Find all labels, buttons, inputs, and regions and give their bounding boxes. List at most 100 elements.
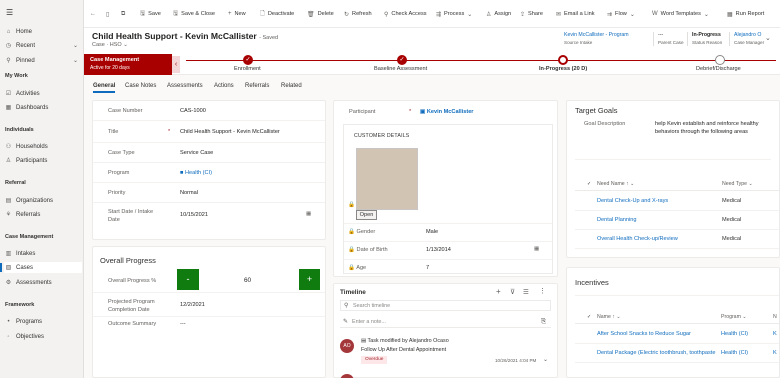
participant-link[interactable]: Kevin McCallister <box>427 109 474 115</box>
column-header-need-type[interactable]: Need Type ⌄ <box>722 181 753 187</box>
column-header-extra[interactable]: N <box>773 314 777 320</box>
new-button[interactable]: + New <box>228 9 246 19</box>
open-button[interactable]: Open <box>356 210 377 220</box>
stage-complete-icon[interactable]: ✓ <box>243 55 253 65</box>
table-row[interactable]: Dental Package (Electric toothbrush, too… <box>575 344 779 363</box>
sidebar-item-activities[interactable]: ☑ Activities <box>4 88 82 99</box>
stage-pending-icon[interactable] <box>715 55 725 65</box>
attachment-icon[interactable]: ⎘ <box>541 318 546 326</box>
sidebar-item-participants[interactable]: ♙ Participants <box>4 155 82 166</box>
incentive-program-link[interactable]: Health (CI) <box>721 350 748 356</box>
stage-label[interactable]: In-Progress (20 D) <box>539 66 587 72</box>
sidebar-item-organizations[interactable]: ▤ Organizations <box>4 195 82 206</box>
tab-actions[interactable]: Actions <box>214 83 234 89</box>
form-selector[interactable]: HSO <box>110 42 122 48</box>
active-process[interactable]: Case Management Active for 20 days <box>84 54 172 75</box>
program-link[interactable]: Health (CI) <box>185 170 212 176</box>
header-field-value[interactable]: Kevin McCallister - Program <box>564 32 629 38</box>
tab-referrals[interactable]: Referrals <box>245 83 269 89</box>
deactivate-button[interactable]: 🗋 Deactivate <box>260 9 294 19</box>
incentive-extra-cell[interactable]: K <box>773 331 777 337</box>
start-date-field[interactable]: 10/15/2021 <box>180 212 208 218</box>
stage-label[interactable]: Enrollment <box>234 66 261 72</box>
table-row[interactable]: Dental Check-Up and X-rays Medical <box>575 192 779 211</box>
chevron-left-icon[interactable]: ‹ <box>172 56 180 73</box>
note-input-row[interactable]: ✎ Enter a note... ⎘ <box>340 317 551 328</box>
outcome-summary-field[interactable]: --- <box>180 321 186 327</box>
program-lookup[interactable]: ■ Health (CI) <box>180 170 212 176</box>
need-name-link[interactable]: Dental Check-Up and X-rays <box>597 198 668 204</box>
incentive-name-link[interactable]: After School Snacks to Reduce Sugar <box>597 331 691 337</box>
table-row[interactable]: After School Snacks to Reduce Sugar Heal… <box>575 325 779 344</box>
hamburger-menu-icon[interactable]: ☰ <box>6 8 13 17</box>
save-close-button[interactable]: 🖫 Save & Close <box>173 9 215 19</box>
sidebar-item-households[interactable]: ⚇ Households <box>4 141 82 152</box>
add-icon[interactable]: + <box>496 287 501 296</box>
table-row[interactable]: Dental Planning Medical <box>575 211 779 230</box>
tab-case-notes[interactable]: Case Notes <box>125 83 156 89</box>
note-input[interactable]: Enter a note... <box>352 319 386 325</box>
goal-description-line[interactable]: help Kevin establish and reinforce healt… <box>655 121 759 127</box>
sidebar-item-recent[interactable]: ◷ Recent ⌄ <box>4 40 82 51</box>
sidebar-item-assessments[interactable]: ⚙ Assessments <box>4 277 82 288</box>
form-view-button[interactable]: ▯ <box>106 9 112 19</box>
stage-label[interactable]: Debrief/Discharge <box>696 66 741 72</box>
tab-general[interactable]: General <box>93 83 116 93</box>
timeline-entry[interactable]: AO ▤ Task modified by Alejandro Ocaso Fo… <box>340 336 551 370</box>
header-field-value[interactable]: Alejandro O <box>734 32 761 38</box>
chevron-down-icon[interactable]: ⌄ <box>123 42 128 48</box>
projected-date-field[interactable]: 12/2/2021 <box>180 302 205 308</box>
incentive-program-link[interactable]: Health (CI) <box>721 331 748 337</box>
title-field[interactable]: Child Health Support - Kevin McCallister <box>180 129 280 135</box>
need-name-link[interactable]: Overall Health Check-up/Review <box>597 236 678 242</box>
run-report-button[interactable]: ▦ Run Report <box>727 9 764 19</box>
back-button[interactable]: ← <box>90 9 99 19</box>
goal-description-line[interactable]: behaviors through the following areas <box>655 129 748 135</box>
word-templates-button[interactable]: W Word Templates ⌄ <box>652 9 712 19</box>
filter-icon[interactable]: ⊽ <box>510 288 515 296</box>
incentive-name-link[interactable]: Dental Package (Electric toothbrush, too… <box>597 350 715 356</box>
sidebar-item-dashboards[interactable]: ▦ Dashboards <box>4 102 82 113</box>
decrement-button[interactable]: - <box>177 269 199 290</box>
refresh-button[interactable]: ↻ Refresh <box>344 9 372 19</box>
sidebar-item-home[interactable]: ⌂ Home <box>4 26 82 37</box>
share-button[interactable]: ⇪ Share <box>520 9 543 19</box>
incentive-extra-cell[interactable]: K <box>773 350 777 356</box>
case-type-field[interactable]: Service Case <box>180 150 213 156</box>
sidebar-item-cases[interactable]: ▧ Cases <box>0 262 82 273</box>
case-number-field[interactable]: CAS-1000 <box>180 108 206 114</box>
tab-related[interactable]: Related <box>281 83 302 89</box>
chevron-down-icon[interactable]: ⌄ <box>543 356 548 363</box>
stage-complete-icon[interactable]: ✓ <box>397 55 407 65</box>
progress-value[interactable]: 60 <box>244 277 251 284</box>
save-button[interactable]: 🖫 Save <box>140 9 161 19</box>
need-name-link[interactable]: Dental Planning <box>597 217 637 223</box>
timeline-search[interactable]: ⚲ Search timeline <box>340 300 551 311</box>
increment-button[interactable]: + <box>299 269 320 290</box>
column-header-name[interactable]: Name ↑ ⌄ <box>597 314 621 320</box>
sidebar-item-programs[interactable]: • Programs <box>4 316 82 327</box>
select-all-checkbox[interactable]: ✓ <box>587 181 591 187</box>
email-link-button[interactable]: ✉ Email a Link <box>556 9 595 19</box>
column-header-need-name[interactable]: Need Name ↑ ⌄ <box>597 181 635 187</box>
flow-button[interactable]: ⇉ Flow ⌄ <box>607 9 638 19</box>
stage-active-icon[interactable] <box>558 55 568 65</box>
participant-lookup[interactable]: ▣ Kevin McCallister <box>420 109 473 115</box>
process-button[interactable]: ⇶ Process ⌄ <box>436 9 475 19</box>
stage-label[interactable]: Baseline Assessment <box>374 66 427 72</box>
assign-button[interactable]: ♙ Assign <box>486 9 511 19</box>
chevron-down-icon[interactable]: ⌄ <box>765 34 771 42</box>
popout-button[interactable]: ⧉ <box>121 9 128 19</box>
sidebar-item-objectives[interactable]: ◦ Objectives <box>4 331 82 342</box>
sidebar-item-referrals[interactable]: ⚘ Referrals <box>4 209 82 220</box>
list-icon[interactable]: ☰ <box>523 288 529 296</box>
delete-button[interactable]: 🗑 Delete <box>307 9 334 19</box>
priority-field[interactable]: Normal <box>180 190 198 196</box>
check-access-button[interactable]: ⚲ Check Access <box>384 9 427 19</box>
column-header-program[interactable]: Program ⌄ <box>721 314 747 320</box>
select-all-checkbox[interactable]: ✓ <box>587 314 591 320</box>
sidebar-item-pinned[interactable]: ⚲ Pinned ⌄ <box>4 55 82 66</box>
more-icon[interactable]: ⋮ <box>539 287 546 295</box>
calendar-icon[interactable]: ▦ <box>306 211 311 217</box>
sidebar-item-intakes[interactable]: ▥ Intakes <box>4 248 82 259</box>
